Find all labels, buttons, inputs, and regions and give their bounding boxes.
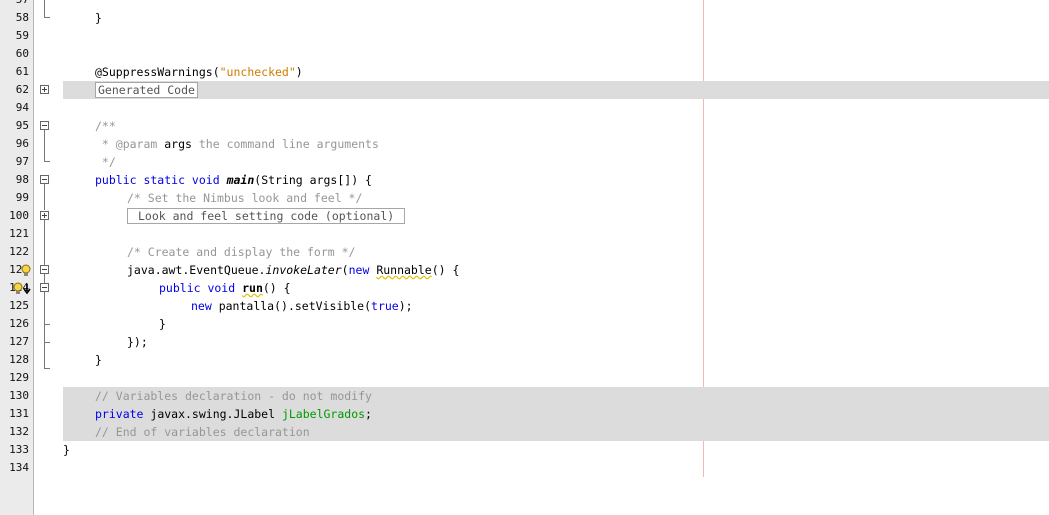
line-number: 96 bbox=[15, 137, 29, 150]
code-text: } bbox=[95, 353, 102, 367]
code-text: }); bbox=[127, 335, 148, 349]
line-number: 122 bbox=[9, 245, 29, 258]
code-line-122[interactable]: /* Create and display the form */ bbox=[63, 243, 1049, 261]
code-text: new pantalla().setVisible(true); bbox=[191, 299, 413, 313]
comment-text: /** bbox=[95, 119, 116, 133]
fold-guide bbox=[44, 130, 45, 161]
line-number: 60 bbox=[15, 47, 29, 60]
fold-column bbox=[34, 0, 63, 515]
line-number: 130 bbox=[9, 389, 29, 402]
code-line-126[interactable]: } bbox=[63, 315, 1049, 333]
code-text: Look and feel setting code (optional) bbox=[127, 207, 406, 225]
fold-guide bbox=[44, 0, 45, 17]
code-text: } bbox=[159, 317, 166, 331]
fold-collapse-icon[interactable] bbox=[40, 265, 49, 274]
code-line-58[interactable]: } bbox=[63, 9, 1049, 27]
line-number: 121 bbox=[9, 227, 29, 240]
line-number: 98 bbox=[15, 173, 29, 186]
code-text: @SuppressWarnings("unchecked") bbox=[95, 65, 303, 79]
comment-text: */ bbox=[95, 155, 116, 169]
code-line-131[interactable]: private javax.swing.JLabel jLabelGrados; bbox=[63, 405, 1049, 423]
line-number: 95 bbox=[15, 119, 29, 132]
fold-collapse-icon[interactable] bbox=[40, 283, 49, 292]
code-line-95[interactable]: /** bbox=[63, 117, 1049, 135]
comment-text: /* Create and display the form */ bbox=[127, 245, 356, 259]
line-number: 131 bbox=[9, 407, 29, 420]
code-line-130[interactable]: // Variables declaration - do not modify bbox=[63, 387, 1049, 405]
line-number: 59 bbox=[15, 29, 29, 42]
code-line-97[interactable]: */ bbox=[63, 153, 1049, 171]
fold-collapse-icon[interactable] bbox=[40, 175, 49, 184]
line-number: 99 bbox=[15, 191, 29, 204]
code-text: public static void main(String args[]) { bbox=[95, 173, 372, 187]
code-line-128[interactable]: } bbox=[63, 351, 1049, 369]
line-number: 134 bbox=[9, 461, 29, 474]
fold-end-marker bbox=[44, 17, 50, 18]
code-line-100[interactable]: Look and feel setting code (optional) bbox=[63, 207, 1049, 225]
line-number: 127 bbox=[9, 335, 29, 348]
laf-code-fold[interactable]: Look and feel setting code (optional) bbox=[127, 208, 406, 224]
line-number: 62 bbox=[15, 83, 29, 96]
comment-text: * @param args the command line arguments bbox=[95, 137, 379, 151]
generated-code-fold[interactable]: Generated Code bbox=[95, 82, 198, 98]
code-text: } bbox=[63, 443, 70, 457]
line-number: 133 bbox=[9, 443, 29, 456]
fold-guide bbox=[44, 274, 45, 283]
code-text: } bbox=[95, 11, 102, 25]
line-number: 97 bbox=[15, 155, 29, 168]
code-line-96[interactable]: * @param args the command line arguments bbox=[63, 135, 1049, 153]
line-number: 132 bbox=[9, 425, 29, 438]
line-number: 61 bbox=[15, 65, 29, 78]
code-line-61[interactable]: @SuppressWarnings("unchecked") bbox=[63, 63, 1049, 81]
code-line-98[interactable]: public static void main(String args[]) { bbox=[63, 171, 1049, 189]
code-text: private javax.swing.JLabel jLabelGrados; bbox=[95, 407, 372, 421]
line-number: 100 bbox=[9, 209, 29, 222]
code-line-124[interactable]: public void run() { bbox=[63, 279, 1049, 297]
fold-guide bbox=[44, 292, 45, 368]
line-number: 94 bbox=[15, 101, 29, 114]
fold-expand-icon[interactable] bbox=[40, 211, 49, 220]
code-text: java.awt.EventQueue.invokeLater(new Runn… bbox=[127, 263, 460, 277]
code-line-123[interactable]: java.awt.EventQueue.invokeLater(new Runn… bbox=[63, 261, 1049, 279]
code-line-133[interactable]: } bbox=[63, 441, 1049, 459]
fold-end-marker bbox=[44, 324, 50, 325]
fold-guide bbox=[44, 220, 45, 265]
code-line-132[interactable]: // End of variables declaration bbox=[63, 423, 1049, 441]
code-line-99[interactable]: /* Set the Nimbus look and feel */ bbox=[63, 189, 1049, 207]
fold-end-marker bbox=[44, 161, 50, 162]
line-number: 125 bbox=[9, 299, 29, 312]
code-line-125[interactable]: new pantalla().setVisible(true); bbox=[63, 297, 1049, 315]
fold-expand-icon[interactable] bbox=[40, 85, 49, 94]
code-line-127[interactable]: }); bbox=[63, 333, 1049, 351]
code-text: public void run() { bbox=[159, 281, 291, 295]
hint-bulb-icon[interactable] bbox=[20, 264, 33, 277]
comment-text: // Variables declaration - do not modify bbox=[95, 389, 372, 403]
line-number: 58 bbox=[15, 11, 29, 24]
line-number: 126 bbox=[9, 317, 29, 330]
line-number: 129 bbox=[9, 371, 29, 384]
line-number: 128 bbox=[9, 353, 29, 366]
guarded-block-generated[interactable]: Generated Code bbox=[63, 81, 1049, 99]
fold-end-marker bbox=[44, 368, 50, 369]
fold-guide bbox=[44, 184, 45, 210]
override-bulb-icon[interactable] bbox=[12, 282, 34, 295]
comment-text: /* Set the Nimbus look and feel */ bbox=[127, 191, 363, 205]
line-number: 57 bbox=[0, 0, 29, 9]
comment-text: // End of variables declaration bbox=[95, 425, 310, 439]
code-text: Generated Code bbox=[95, 81, 198, 99]
fold-collapse-icon[interactable] bbox=[40, 121, 49, 130]
fold-end-marker bbox=[44, 342, 50, 343]
